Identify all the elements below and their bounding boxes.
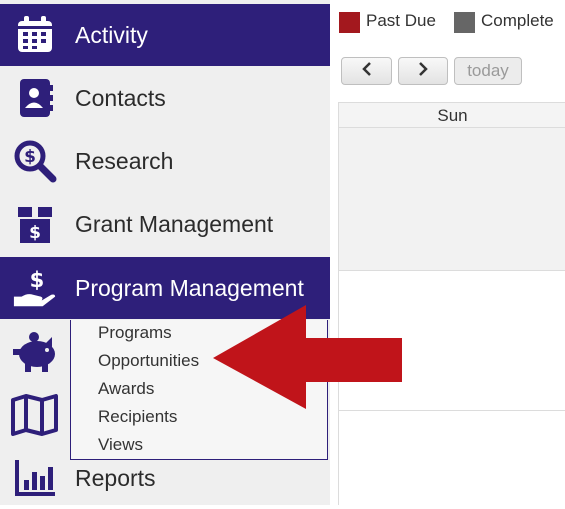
red-arrow-annotation xyxy=(213,305,402,409)
bar-chart-icon xyxy=(12,455,58,501)
legend-past-due: Past Due xyxy=(366,11,436,30)
nav-label-research: Research xyxy=(75,147,174,174)
nav-label-grant-management: Grant Management xyxy=(75,210,274,237)
submenu-item-views[interactable]: Views xyxy=(98,435,143,455)
submenu-item-recipients[interactable]: Recipients xyxy=(98,407,177,427)
svg-text:$: $ xyxy=(30,267,45,292)
calendar-grid: Sun xyxy=(338,102,565,505)
svg-text:$: $ xyxy=(29,223,41,243)
nav-label-activity: Activity xyxy=(75,21,148,48)
day-header-sun: Sun xyxy=(339,102,565,128)
svg-text:$: $ xyxy=(24,147,36,167)
calendar-week-row[interactable] xyxy=(339,128,565,271)
map-icon[interactable] xyxy=(10,394,60,441)
submenu-item-awards[interactable]: Awards xyxy=(98,379,154,399)
prev-button[interactable] xyxy=(341,57,392,85)
nav-label-reports: Reports xyxy=(75,464,156,491)
piggy-bank-icon[interactable] xyxy=(10,331,62,380)
next-button[interactable] xyxy=(398,57,448,85)
nav-item-contacts[interactable]: Contacts xyxy=(0,67,330,129)
contacts-book-icon xyxy=(12,75,58,121)
chevron-left-icon xyxy=(360,61,374,82)
nav-item-research[interactable]: $ Research xyxy=(0,130,330,192)
legend-complete: Complete xyxy=(481,11,554,30)
sidebar: Activity Contacts $ Research $ Grant Man… xyxy=(0,0,330,505)
chevron-right-icon xyxy=(416,61,430,82)
calendar-icon xyxy=(12,12,58,58)
calendar-week-row[interactable] xyxy=(339,410,565,505)
complete-swatch xyxy=(454,12,475,33)
nav-label-contacts: Contacts xyxy=(75,84,166,111)
submenu-item-opportunities[interactable]: Opportunities xyxy=(98,351,199,371)
box-dollar-icon: $ xyxy=(12,201,58,247)
nav-label-program-management: Program Management xyxy=(75,274,304,301)
submenu-item-programs[interactable]: Programs xyxy=(98,323,172,343)
nav-item-grant-management[interactable]: $ Grant Management xyxy=(0,193,330,255)
magnifier-dollar-icon: $ xyxy=(12,138,58,184)
past-due-swatch xyxy=(339,12,360,33)
today-button[interactable]: today xyxy=(454,57,522,85)
nav-item-activity[interactable]: Activity xyxy=(0,4,330,66)
hand-dollar-icon: $ xyxy=(12,265,58,311)
